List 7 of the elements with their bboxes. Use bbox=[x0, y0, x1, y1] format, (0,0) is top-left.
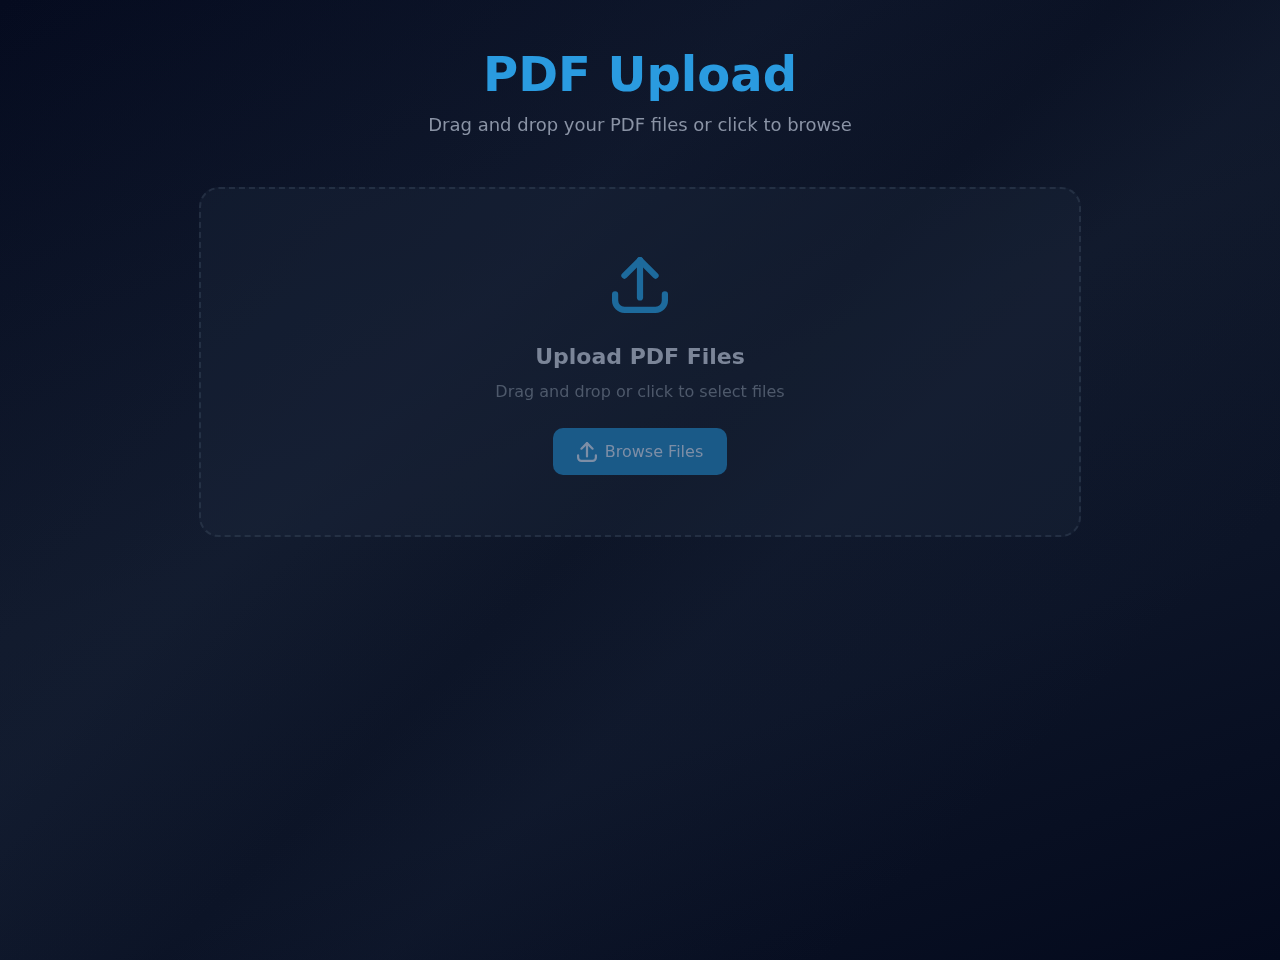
drop-zone[interactable]: Upload PDF Files Drag and drop or click to select files Browse Files bbox=[199, 187, 1081, 537]
page-title: PDF Upload bbox=[482, 45, 797, 103]
upload-icon bbox=[576, 441, 597, 462]
upload-icon bbox=[612, 257, 668, 313]
page-subtitle: Drag and drop your PDF files or click to browse bbox=[428, 113, 852, 137]
drop-zone-heading: Upload PDF Files bbox=[535, 343, 745, 371]
drop-zone-hint: Drag and drop or click to select files bbox=[495, 381, 785, 403]
